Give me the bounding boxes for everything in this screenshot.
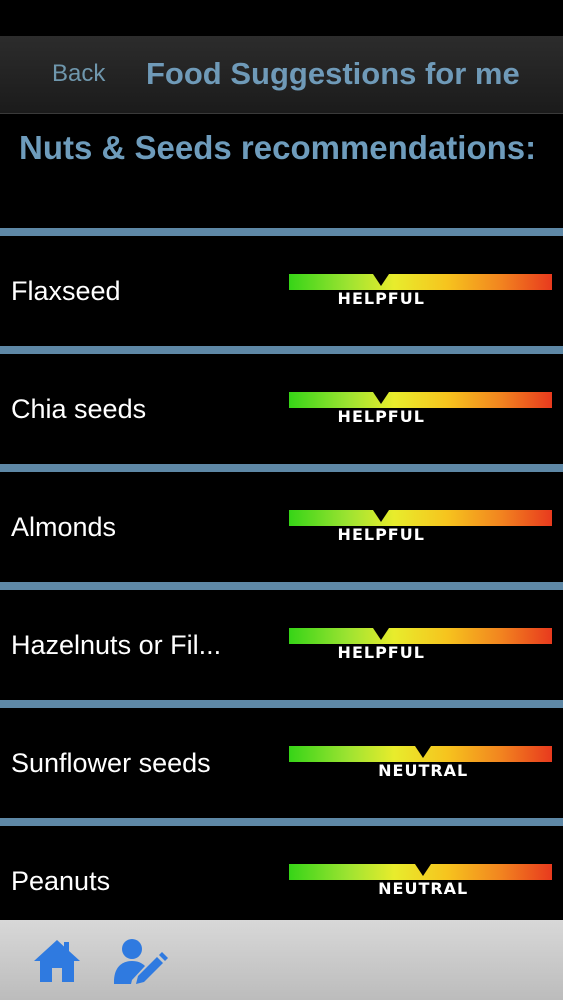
rating-gradient-bar <box>289 628 552 644</box>
back-button[interactable]: Back <box>52 60 105 88</box>
home-tab[interactable] <box>30 934 84 988</box>
rating-label: NEUTRAL <box>378 761 469 780</box>
food-name: Almonds <box>11 512 117 542</box>
rating-label: HELPFUL <box>337 407 425 426</box>
rating-marker <box>373 628 390 640</box>
rating-meter: NEUTRAL <box>289 864 552 900</box>
rating-marker <box>415 864 432 876</box>
tab-bar <box>0 920 563 1000</box>
rating-label: HELPFUL <box>337 289 425 308</box>
food-name: Flaxseed <box>11 276 121 306</box>
food-name: Sunflower seeds <box>11 748 211 778</box>
edit-profile-tab[interactable] <box>110 934 168 988</box>
rating-marker <box>373 392 390 404</box>
list-item[interactable]: Chia seeds HELPFUL <box>0 346 563 464</box>
rating-meter: HELPFUL <box>289 628 552 664</box>
rating-meter: NEUTRAL <box>289 746 552 782</box>
list-item[interactable]: Hazelnuts or Fil... HELPFUL <box>0 582 563 700</box>
food-name: Hazelnuts or Fil... <box>11 630 222 660</box>
section-heading: Nuts & Seeds recommendations: <box>19 129 537 166</box>
rating-marker <box>415 746 432 758</box>
home-icon <box>34 940 80 982</box>
rating-gradient-bar <box>289 392 552 408</box>
navigation-bar: Back Food Suggestions for me <box>0 36 563 114</box>
rating-marker <box>373 274 390 286</box>
rating-gradient-bar <box>289 274 552 290</box>
page-title: Food Suggestions for me <box>146 56 520 91</box>
status-bar <box>0 0 563 36</box>
rating-meter: HELPFUL <box>289 274 552 310</box>
rating-meter: HELPFUL <box>289 392 552 428</box>
rating-gradient-bar <box>289 510 552 526</box>
list-item[interactable]: Peanuts NEUTRAL <box>0 818 563 936</box>
rating-marker <box>373 510 390 522</box>
list-item[interactable]: Sunflower seeds NEUTRAL <box>0 700 563 818</box>
edit-profile-icon <box>114 939 168 984</box>
food-name: Chia seeds <box>11 394 147 424</box>
list-item[interactable]: Flaxseed HELPFUL <box>0 228 563 346</box>
rating-label: HELPFUL <box>337 525 425 544</box>
rating-meter: HELPFUL <box>289 510 552 546</box>
recommendation-list: Flaxseed HELPFUL Chia seeds HELPFUL Almo… <box>0 228 563 936</box>
food-name: Peanuts <box>11 866 111 896</box>
rating-label: NEUTRAL <box>378 879 469 898</box>
rating-label: HELPFUL <box>337 643 425 662</box>
list-item[interactable]: Almonds HELPFUL <box>0 464 563 582</box>
